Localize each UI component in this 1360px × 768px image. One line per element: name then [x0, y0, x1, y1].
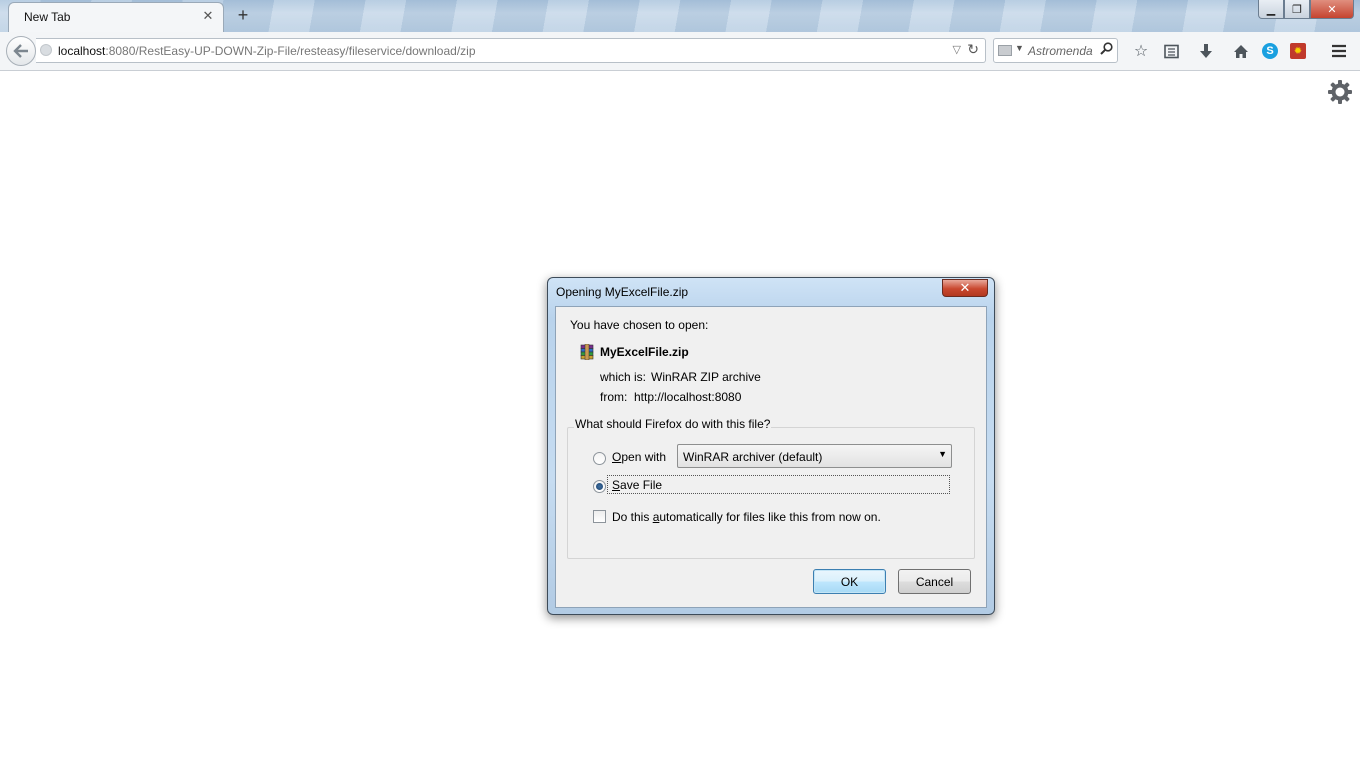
open-with-radio[interactable]: [593, 452, 606, 465]
site-identity-icon[interactable]: [40, 44, 52, 56]
back-arrow-icon: [13, 44, 28, 58]
home-icon[interactable]: [1231, 41, 1251, 61]
action-question: What should Firefox do with this file?: [574, 417, 772, 431]
addon-icon[interactable]: ✹: [1290, 43, 1306, 59]
search-input[interactable]: Astromenda: [1028, 44, 1093, 58]
ok-button[interactable]: OK: [813, 569, 886, 594]
chevron-down-icon: ▼: [938, 449, 947, 459]
intro-text: You have chosen to open:: [570, 318, 709, 332]
auto-action-text-pre: Do this: [612, 510, 653, 524]
url-text[interactable]: localhost:8080/RestEasy-UP-DOWN-Zip-File…: [58, 44, 476, 58]
cancel-button[interactable]: Cancel: [898, 569, 971, 594]
dialog-close-button[interactable]: ✕: [942, 279, 988, 297]
minimize-button[interactable]: ▁: [1258, 0, 1284, 19]
save-file-radio[interactable]: [593, 480, 606, 493]
which-is-label: which is:: [600, 370, 647, 384]
tab-new-tab[interactable]: New Tab ✕: [8, 2, 224, 32]
window-controls: ▁ ❐ ✕: [1258, 0, 1354, 19]
menu-icon[interactable]: [1329, 41, 1349, 61]
download-icon[interactable]: [1196, 41, 1216, 61]
auto-action-text-post: utomatically for files like this from no…: [659, 510, 881, 524]
save-file-accesskey: S: [612, 478, 621, 492]
url-path: :8080/RestEasy-UP-DOWN-Zip-File/resteasy…: [105, 44, 476, 58]
search-icon[interactable]: [1100, 42, 1113, 58]
search-engine-dropdown-icon[interactable]: ▼: [1015, 43, 1024, 53]
open-with-text: pen with: [621, 450, 667, 464]
download-dialog: Opening MyExcelFile.zip ✕ You have chose…: [547, 277, 995, 615]
navigation-toolbar: localhost:8080/RestEasy-UP-DOWN-Zip-File…: [0, 32, 1360, 71]
url-host: localhost: [58, 44, 106, 58]
bookmark-star-icon[interactable]: ☆: [1131, 41, 1151, 61]
open-with-label[interactable]: Open with: [612, 450, 666, 464]
from-label: from:: [600, 390, 628, 404]
dialog-title: Opening MyExcelFile.zip: [556, 285, 689, 299]
back-button[interactable]: [6, 36, 36, 66]
open-with-select-value: WinRAR archiver (default): [683, 450, 823, 464]
url-bar[interactable]: localhost:8080/RestEasy-UP-DOWN-Zip-File…: [36, 38, 986, 63]
winrar-file-icon: [580, 344, 594, 360]
tab-title: New Tab: [24, 10, 71, 24]
restore-button[interactable]: ❐: [1284, 0, 1310, 19]
reading-list-icon[interactable]: [1161, 41, 1181, 61]
file-type-value: WinRAR ZIP archive: [651, 370, 761, 384]
dialog-body: You have chosen to open: MyExcelFile.zip…: [555, 306, 987, 608]
open-with-select[interactable]: WinRAR archiver (default) ▼: [677, 444, 952, 468]
file-name: MyExcelFile.zip: [600, 345, 689, 359]
window-close-button[interactable]: ✕: [1310, 0, 1354, 19]
save-file-label[interactable]: Save File: [612, 478, 662, 492]
tab-strip: New Tab ✕ + ▁ ❐ ✕: [0, 0, 1360, 32]
gear-icon[interactable]: [1327, 79, 1353, 105]
auto-action-checkbox[interactable]: [593, 510, 606, 523]
search-bar[interactable]: ▼ Astromenda: [993, 38, 1118, 63]
reload-icon[interactable]: ↻: [967, 41, 979, 58]
skype-icon[interactable]: S: [1262, 43, 1278, 59]
new-tab-button[interactable]: +: [233, 5, 253, 25]
url-history-dropdown-icon[interactable]: ▽: [953, 43, 961, 56]
auto-action-label[interactable]: Do this automatically for files like thi…: [612, 510, 881, 524]
search-engine-icon[interactable]: [998, 45, 1012, 56]
open-with-accesskey: O: [612, 450, 622, 464]
from-value: http://localhost:8080: [634, 390, 742, 404]
tab-close-icon[interactable]: ✕: [201, 9, 215, 23]
save-file-text: ave File: [620, 478, 663, 492]
